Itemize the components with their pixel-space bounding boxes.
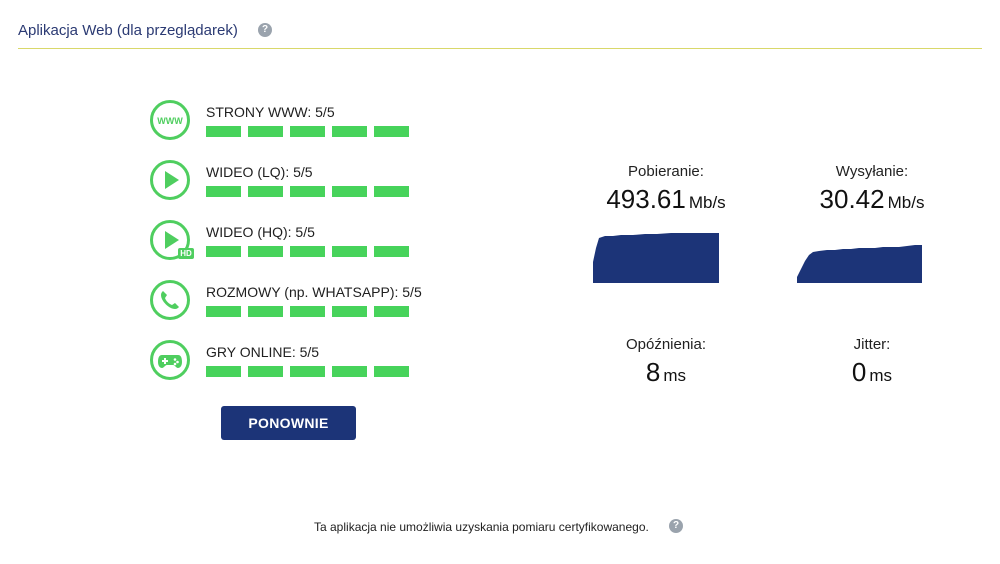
category-label: GRY ONLINE: 5/5 (206, 344, 320, 360)
section-header: Aplikacja Web (dla przeglądarek) ? (18, 20, 982, 49)
www-icon-text: WWW (157, 116, 183, 126)
certification-note: Ta aplikacja nie umożliwia uzyskania pom… (314, 520, 649, 534)
upload-label: Wysyłanie: (835, 163, 909, 180)
hd-badge: HD (178, 248, 194, 259)
category-label: WIDEO (HQ): 5/5 (206, 224, 315, 240)
jitter-value: 0 (851, 357, 867, 387)
play-icon (150, 160, 190, 200)
score-bar (290, 306, 325, 317)
latency-value-row: 8 ms (586, 357, 746, 388)
score-bar (374, 246, 409, 257)
download-metric: Pobieranie: 493.61 Mb/s (586, 163, 746, 215)
category-video-lq: WIDEO (LQ): 5/5 (150, 160, 420, 210)
jitter-metric: Jitter: 0 ms (792, 336, 952, 388)
score-bar (374, 306, 409, 317)
score-bar (332, 366, 367, 377)
score-bar (248, 366, 283, 377)
score-bar (374, 366, 409, 377)
category-calls: ROZMOWY (np. WHATSAPP): 5/5 (150, 280, 422, 330)
upload-graph (797, 245, 922, 283)
speedtest-page: Aplikacja Web (dla przeglądarek) ? WWW S… (0, 0, 1000, 564)
jitter-unit: ms (869, 366, 893, 385)
question-circle-icon[interactable]: ? (258, 23, 272, 37)
gamepad-icon (150, 340, 190, 380)
score-bar (206, 306, 241, 317)
score-bar (332, 186, 367, 197)
section-title: Aplikacja Web (dla przeglądarek) (18, 22, 238, 39)
score-bar (290, 246, 325, 257)
score-bar (332, 126, 367, 137)
score-bar (206, 126, 241, 137)
score-bar (332, 306, 367, 317)
latency-metric: Opóźnienia: 8 ms (586, 336, 746, 388)
download-graph (593, 233, 719, 283)
upload-metric: Wysyłanie: 30.42 Mb/s (792, 163, 952, 215)
www-icon: WWW (150, 100, 190, 140)
category-games: GRY ONLINE: 5/5 (150, 340, 420, 390)
upload-value-row: 30.42 Mb/s (792, 184, 952, 215)
jitter-value-row: 0 ms (792, 357, 952, 388)
score-bar (248, 186, 283, 197)
score-bar (206, 246, 241, 257)
download-label: Pobieranie: (628, 163, 704, 180)
phone-icon (150, 280, 190, 320)
category-video-hq: HD WIDEO (HQ): 5/5 (150, 220, 420, 270)
score-bar (290, 186, 325, 197)
latency-unit: ms (663, 366, 687, 385)
download-value-row: 493.61 Mb/s (586, 184, 746, 215)
score-bar (290, 366, 325, 377)
category-www: WWW STRONY WWW: 5/5 (150, 100, 420, 150)
jitter-label: Jitter: (853, 336, 891, 353)
question-circle-icon[interactable]: ? (669, 519, 683, 533)
score-bar (248, 306, 283, 317)
score-bar (206, 366, 241, 377)
score-bar (374, 126, 409, 137)
download-unit: Mb/s (688, 193, 726, 212)
latency-label: Opóźnienia: (625, 336, 707, 353)
score-bar (290, 126, 325, 137)
upload-value: 30.42 (819, 184, 885, 214)
score-bar (332, 246, 367, 257)
category-label: STRONY WWW: 5/5 (206, 104, 335, 120)
category-label: ROZMOWY (np. WHATSAPP): 5/5 (206, 284, 422, 300)
score-bar (248, 246, 283, 257)
download-value: 493.61 (606, 184, 686, 214)
score-bar (374, 186, 409, 197)
score-bar (248, 126, 283, 137)
score-bar (206, 186, 241, 197)
retry-button[interactable]: PONOWNIE (221, 406, 356, 440)
upload-unit: Mb/s (887, 193, 925, 212)
latency-value: 8 (645, 357, 661, 387)
category-label: WIDEO (LQ): 5/5 (206, 164, 313, 180)
